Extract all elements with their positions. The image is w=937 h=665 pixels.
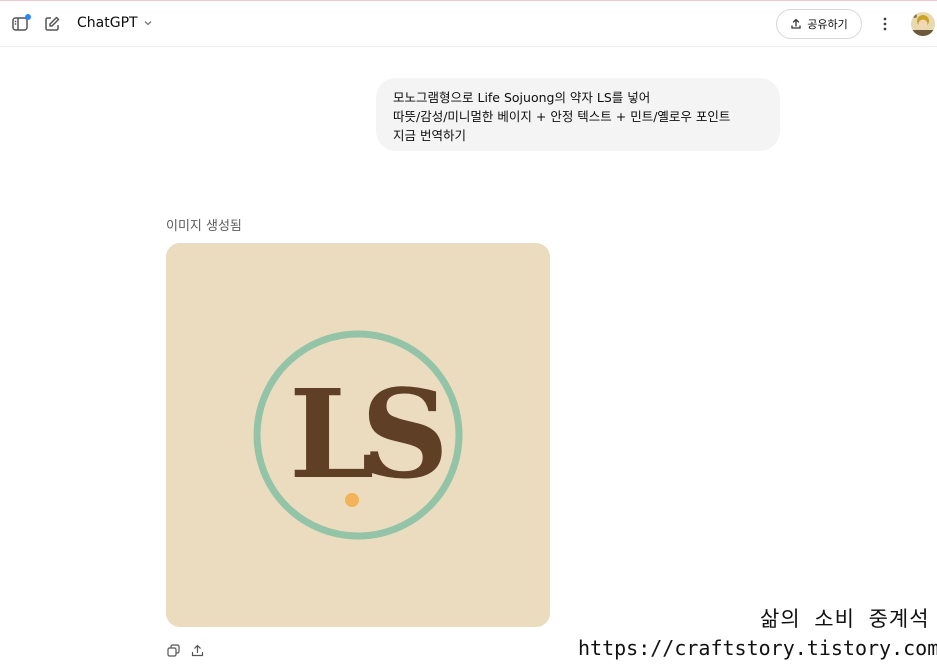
model-name: ChatGPT [77, 15, 138, 31]
copy-icon [166, 643, 180, 657]
user-message-line: 모노그램형으로 Life Sojuong의 약자 LS를 넣어 [393, 90, 651, 105]
image-generated-label: 이미지 생성됨 [166, 219, 242, 234]
sidebar-toggle-button[interactable] [9, 13, 31, 35]
monogram-dot [345, 493, 359, 507]
new-chat-button[interactable] [41, 13, 63, 35]
user-avatar[interactable] [911, 12, 935, 36]
generated-image[interactable]: LS [166, 243, 550, 627]
more-options-button[interactable] [875, 13, 895, 35]
user-message-line: 지금 번역하기 [393, 128, 466, 143]
chevron-down-icon [143, 18, 153, 28]
upload-icon [191, 644, 204, 657]
notification-dot [25, 14, 31, 20]
user-message-bubble: 모노그램형으로 Life Sojuong의 약자 LS를 넣어 따뜻/감성/미니… [376, 78, 780, 151]
monogram-letters: LS [289, 362, 442, 506]
share-image-button[interactable] [189, 642, 205, 658]
model-selector[interactable]: ChatGPT [77, 15, 153, 31]
share-label: 공유하기 [807, 18, 848, 31]
copy-image-button[interactable] [165, 642, 181, 658]
more-vertical-icon [883, 17, 887, 31]
share-button[interactable]: 공유하기 [776, 9, 862, 39]
watermark-url: https://craftstory.tistory.com/ [578, 636, 937, 660]
user-message-line: 따뜻/감성/미니멀한 베이지 + 안정 텍스트 + 민트/옐로우 포인트 [393, 109, 731, 124]
share-icon [790, 18, 802, 30]
new-chat-icon [43, 15, 61, 33]
watermark-title: 삶의 소비 중계석 [760, 607, 930, 631]
top-header: ChatGPT 공유하기 [0, 1, 937, 47]
